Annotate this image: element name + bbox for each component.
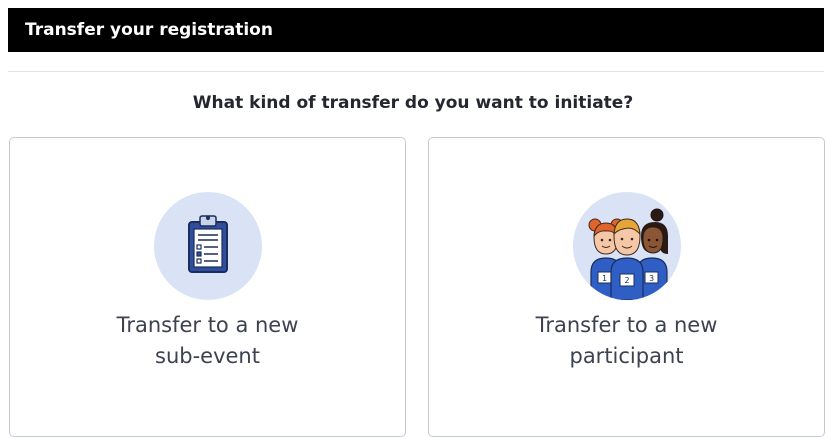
transfer-to-participant-card[interactable]: 1 3 2 Transfer to a new participant	[428, 137, 825, 437]
page-title: Transfer your registration	[25, 20, 273, 40]
transfer-to-sub-event-card[interactable]: Transfer to a new sub-event	[9, 137, 406, 437]
svg-text:2: 2	[624, 276, 629, 285]
participant-option-label: Transfer to a new participant	[429, 310, 824, 372]
divider	[8, 71, 824, 72]
participants-icon: 1 3 2	[588, 208, 668, 300]
header-bar: Transfer your registration	[8, 8, 824, 52]
svg-text:3: 3	[648, 274, 653, 283]
participant-label-line1: Transfer to a new	[535, 313, 718, 337]
clipboard-icon	[187, 215, 228, 273]
runner-middle-figure: 2	[609, 218, 644, 300]
clipboard-icon-circle	[153, 192, 262, 300]
transfer-question: What kind of transfer do you want to ini…	[192, 93, 634, 113]
sub-event-label-line1: Transfer to a new	[116, 313, 299, 337]
participant-label-line2: participant	[569, 344, 684, 368]
participants-icon-circle: 1 3 2	[572, 192, 681, 300]
sub-event-option-label: Transfer to a new sub-event	[10, 310, 405, 372]
sub-event-label-line2: sub-event	[155, 344, 260, 368]
svg-text:1: 1	[601, 274, 606, 283]
